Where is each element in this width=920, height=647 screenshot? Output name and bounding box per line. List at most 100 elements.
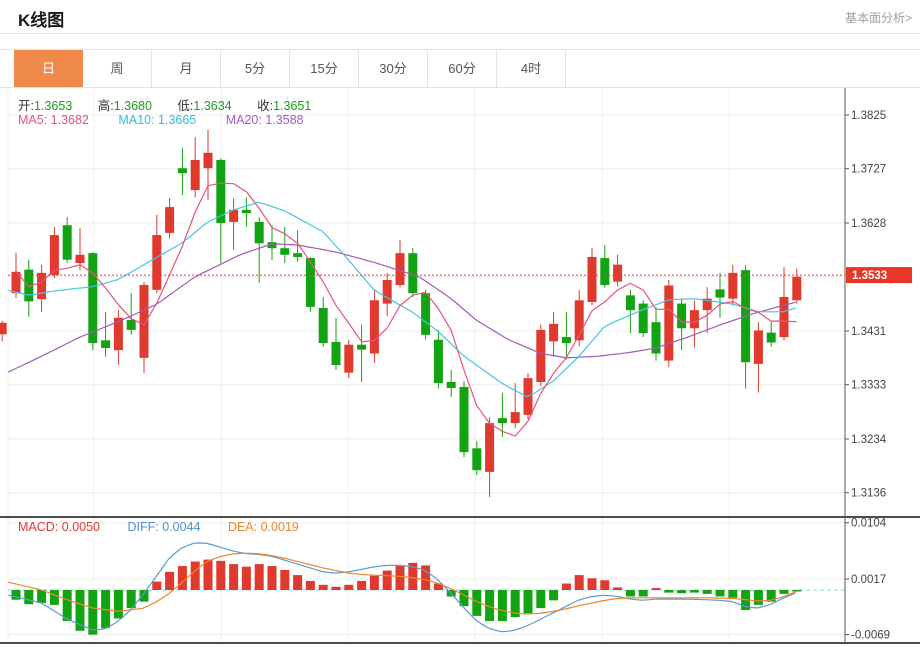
candle-body xyxy=(0,323,7,335)
macd-bar xyxy=(306,581,315,590)
candle-body xyxy=(255,222,264,243)
candle-body xyxy=(549,324,558,342)
candle-body xyxy=(88,253,97,343)
candle-body xyxy=(588,257,597,302)
high-label: 高: xyxy=(98,99,114,113)
macd-bar xyxy=(677,590,686,593)
macd-bar xyxy=(255,564,264,590)
macd-bar xyxy=(357,581,366,590)
y-axis-label: 1.3234 xyxy=(851,434,887,446)
candle-body xyxy=(76,255,85,263)
y-axis-label: 1.3333 xyxy=(851,380,886,392)
y-axis-label: 1.3136 xyxy=(851,488,886,500)
tab-60min[interactable]: 60分 xyxy=(428,50,497,87)
tab-week[interactable]: 周 xyxy=(83,50,152,87)
candle-body xyxy=(792,277,801,301)
candle-body xyxy=(498,418,507,423)
macd-bar xyxy=(114,590,123,618)
candle-body xyxy=(306,258,315,307)
tab-4hour[interactable]: 4时 xyxy=(497,50,566,87)
open-label: 开: xyxy=(18,99,34,113)
candle-body xyxy=(280,248,289,255)
candle-body xyxy=(319,308,328,343)
macd-bar xyxy=(536,590,545,608)
y-axis-label: 0.0104 xyxy=(851,518,887,530)
fundamental-analysis-link[interactable]: 基本面分析> xyxy=(845,9,912,26)
y-axis-label: -0.0069 xyxy=(851,630,890,642)
candle-body xyxy=(242,210,251,213)
tab-15min[interactable]: 15分 xyxy=(290,50,359,87)
macd-bar xyxy=(754,590,763,605)
macd-bar xyxy=(716,590,725,596)
y-axis-label: 0.0017 xyxy=(851,574,886,586)
macd-bar xyxy=(370,576,379,590)
macd-bar xyxy=(216,561,225,590)
candle-body xyxy=(460,387,469,452)
current-price-badge-text: 1.3533 xyxy=(852,270,887,282)
macd-bar xyxy=(600,580,609,590)
candle-body xyxy=(178,168,187,173)
macd-bar xyxy=(780,590,789,594)
candle-body xyxy=(447,382,456,388)
candle-body xyxy=(536,330,545,382)
high-value: 1.3680 xyxy=(114,99,152,113)
macd-bar xyxy=(383,571,392,590)
macd-bar xyxy=(191,562,200,590)
macd-bar xyxy=(575,575,584,590)
macd-bar xyxy=(626,590,635,596)
candle-body xyxy=(767,333,776,343)
y-axis-label: 1.3431 xyxy=(851,326,886,338)
candle-body xyxy=(332,342,341,365)
candle-body xyxy=(357,345,366,350)
candle-body xyxy=(370,300,379,353)
candle-body xyxy=(421,293,430,335)
macd-bar xyxy=(332,587,341,590)
tab-day[interactable]: 日 xyxy=(14,50,83,87)
low-value: 1.3634 xyxy=(193,99,231,113)
diff-value: 0.0044 xyxy=(162,520,200,534)
tab-month[interactable]: 月 xyxy=(152,50,221,87)
macd-bar xyxy=(639,590,648,596)
macd-bar xyxy=(50,590,59,605)
macd-bar xyxy=(319,585,328,590)
macd-bar xyxy=(498,590,507,621)
macd-bar xyxy=(88,590,97,635)
ma5-value: 1.3682 xyxy=(51,113,89,127)
macd-bar xyxy=(703,590,712,594)
candle-body xyxy=(511,412,520,423)
macd-bar xyxy=(562,584,571,590)
candle-body xyxy=(50,235,59,275)
header: K线图 基本面分析> xyxy=(0,0,920,34)
macd-bar xyxy=(664,590,673,593)
macd-bar xyxy=(792,590,801,592)
candle-body xyxy=(690,310,699,328)
macd-bar xyxy=(63,590,72,621)
candle-body xyxy=(191,160,200,190)
period-tabbar: 日 周 月 5分 15分 30分 60分 4时 xyxy=(0,49,920,88)
macd-bar xyxy=(178,566,187,590)
diff-label: DIFF: xyxy=(127,520,158,534)
candle-body xyxy=(780,297,789,337)
candle-body xyxy=(485,423,494,472)
candle-body xyxy=(63,225,72,260)
ma5-label: MA5: xyxy=(18,113,47,127)
ma20-value: 1.3588 xyxy=(265,113,303,127)
macd-bar xyxy=(690,590,699,593)
macd-label: MACD: xyxy=(18,520,58,534)
candle-body xyxy=(728,273,737,299)
macd-bar xyxy=(728,590,737,598)
macd-readout: MACD: 0.0050 DIFF: 0.0044 DEA: 0.0019 xyxy=(18,520,323,534)
period-tabs: 日 周 月 5分 15分 30分 60分 4时 xyxy=(14,50,566,87)
macd-bar xyxy=(24,590,33,604)
macd-bar xyxy=(549,590,558,600)
candle-body xyxy=(216,160,225,223)
candle-body xyxy=(293,253,302,257)
macd-bar xyxy=(588,578,597,590)
ma10-line xyxy=(8,203,795,397)
tab-30min[interactable]: 30分 xyxy=(359,50,428,87)
macd-bar xyxy=(268,566,277,590)
tab-5min[interactable]: 5分 xyxy=(221,50,290,87)
candle-body xyxy=(344,345,353,373)
ma20-label: MA20: xyxy=(226,113,262,127)
y-axis-label: 1.3727 xyxy=(851,164,886,176)
